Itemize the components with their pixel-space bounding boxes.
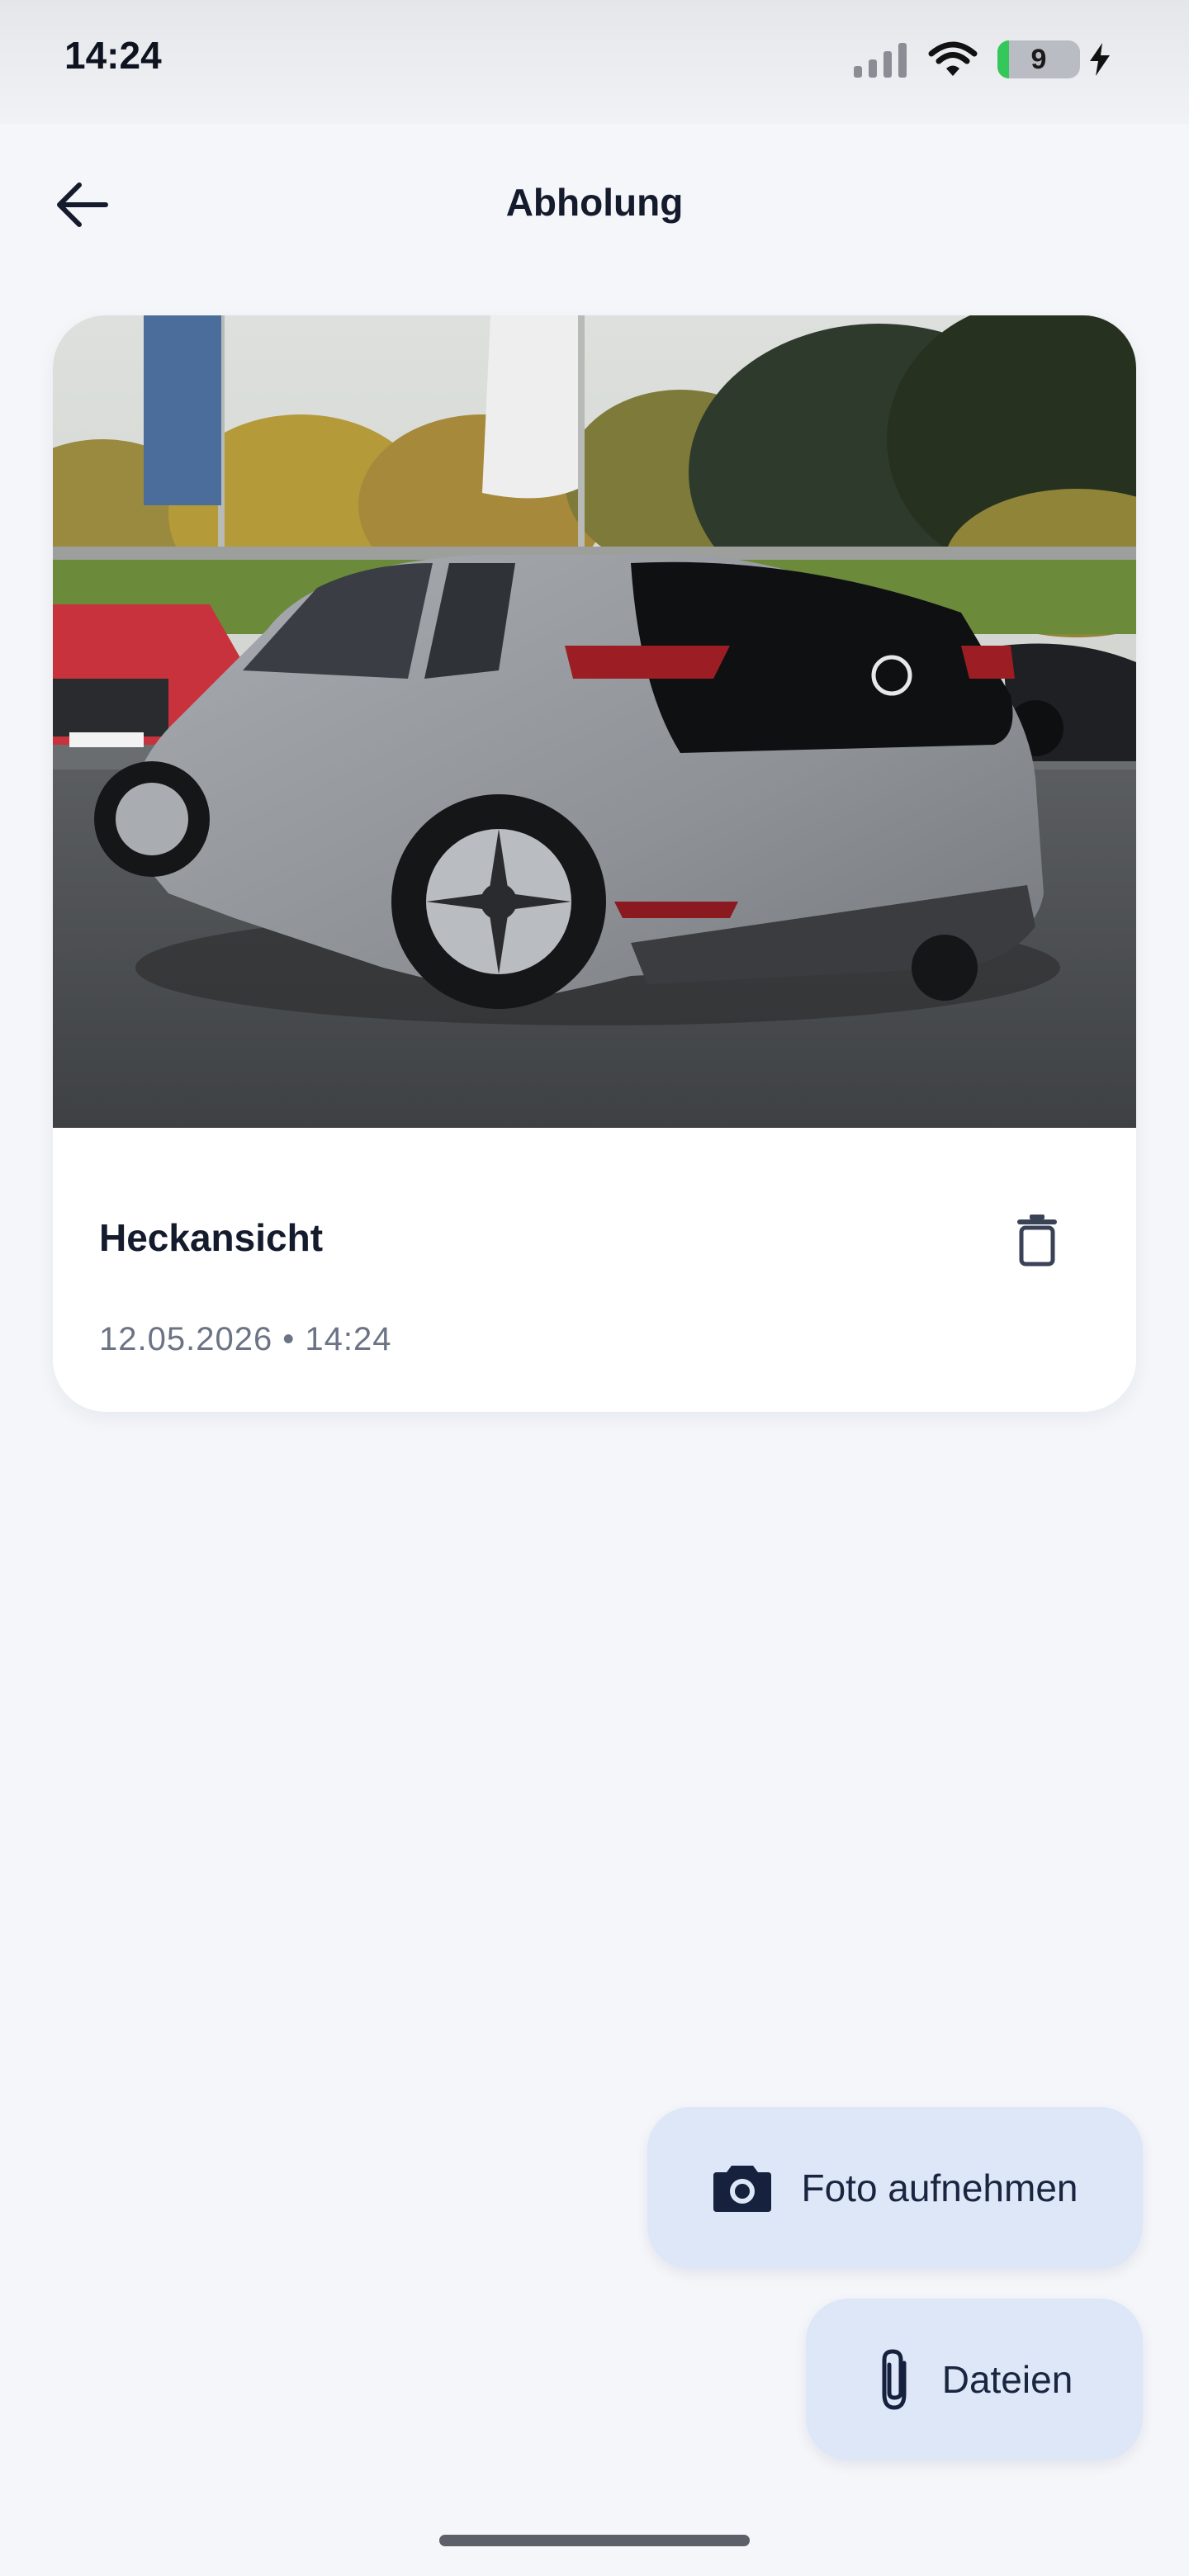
- header: Abholung: [0, 124, 1189, 281]
- trash-icon: [1017, 1215, 1057, 1267]
- status-bar: 14:24 9: [0, 0, 1189, 124]
- take-photo-label: Foto aufnehmen: [801, 2166, 1078, 2209]
- paperclip-icon: [882, 2349, 907, 2410]
- cellular-signal-icon: [854, 43, 907, 78]
- files-label: Dateien: [941, 2358, 1073, 2401]
- take-photo-button[interactable]: Foto aufnehmen: [647, 2107, 1143, 2269]
- home-indicator[interactable]: [439, 2535, 750, 2546]
- delete-button[interactable]: [1011, 1209, 1063, 1271]
- charging-bolt-icon: [1090, 43, 1110, 76]
- screen: 14:24 9 Abholung Heckansicht 12.05.2026 …: [0, 0, 1189, 2576]
- camera-icon: [713, 2166, 772, 2212]
- battery-level: 9: [1030, 43, 1047, 75]
- photo-timestamp: 12.05.2026 • 14:24: [99, 1321, 392, 1357]
- page-title: Abholung: [505, 181, 684, 224]
- battery-icon: 9: [997, 40, 1080, 78]
- files-button[interactable]: Dateien: [806, 2299, 1143, 2460]
- photo-card[interactable]: Heckansicht 12.05.2026 • 14:24: [53, 315, 1136, 1412]
- wifi-icon: [928, 41, 978, 76]
- status-time: 14:24: [64, 34, 162, 77]
- status-icons: 9: [852, 36, 1111, 83]
- photo-label: Heckansicht: [99, 1216, 324, 1259]
- car-photo[interactable]: [53, 315, 1136, 1128]
